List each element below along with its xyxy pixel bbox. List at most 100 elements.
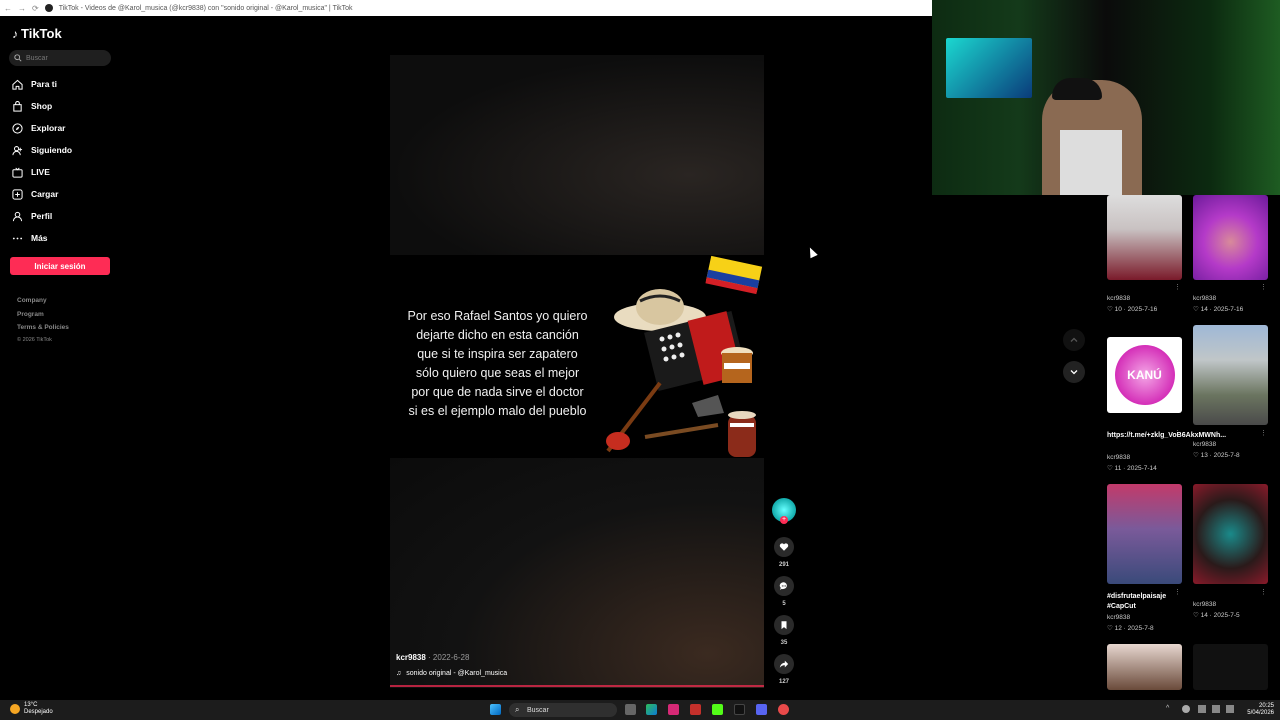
sidebar-item-cargar[interactable]: Cargar	[12, 187, 58, 201]
tiktok-logo[interactable]: ♪ TikTok	[12, 26, 62, 41]
streaming-app-icon[interactable]	[778, 704, 789, 715]
share-arrow-icon	[779, 660, 789, 668]
search-icon	[14, 54, 22, 62]
video-sound[interactable]: ♫ sonido original - @Karol_musica	[396, 670, 507, 677]
like-button[interactable]	[774, 537, 794, 557]
tray-app-icon[interactable]	[1198, 705, 1206, 713]
streamer-tank-top	[1060, 130, 1122, 195]
grid-thumbnail[interactable]	[1193, 195, 1268, 280]
upload-plus-icon	[12, 188, 23, 200]
volume-icon[interactable]	[1226, 705, 1234, 713]
sidebar-item-mas[interactable]: Más	[12, 231, 48, 245]
search-placeholder: Buscar	[26, 54, 48, 62]
like-count: 291	[778, 562, 789, 568]
grid-author[interactable]: kcr9838	[1193, 601, 1216, 608]
reload-icon[interactable]: ⟳	[32, 4, 39, 13]
grid-thumbnail[interactable]	[1193, 644, 1268, 690]
video-player[interactable]: Por eso Rafael Santos yo quiero dejarte …	[390, 55, 764, 688]
clock-date: 5/04/2026	[1247, 710, 1274, 716]
tray-chevron-up-icon[interactable]: ^	[1166, 705, 1174, 713]
video-progress-bar[interactable]	[390, 685, 764, 687]
more-options-icon[interactable]: ⋮	[1260, 588, 1267, 596]
sound-name: sonido original - @Karol_musica	[406, 670, 508, 677]
previous-video-button[interactable]	[1063, 329, 1085, 351]
youtube-icon[interactable]	[690, 704, 701, 715]
grid-author[interactable]: kcr9838	[1193, 441, 1216, 448]
video-author[interactable]: kcr9838	[396, 653, 426, 662]
video-blur-top	[390, 55, 764, 255]
vallenato-instruments-illustration	[606, 255, 763, 457]
more-options-icon[interactable]: ⋮	[1260, 283, 1267, 291]
author-avatar[interactable]: +	[772, 498, 796, 524]
grid-author[interactable]: kcr9838	[1107, 454, 1130, 461]
edge-browser-icon[interactable]	[646, 704, 657, 715]
next-video-button[interactable]	[1063, 361, 1085, 383]
bookmark-icon	[781, 621, 787, 630]
discord-icon[interactable]	[756, 704, 767, 715]
heart-icon	[779, 543, 789, 551]
footer-link-terms[interactable]: Terms & Policies	[17, 324, 69, 331]
task-view-icon[interactable]	[625, 704, 636, 715]
grid-thumbnail[interactable]	[1193, 325, 1268, 425]
windows-start-icon[interactable]	[490, 704, 501, 715]
tiktok-app-icon[interactable]	[734, 704, 745, 715]
grid-thumbnail[interactable]	[1107, 484, 1182, 584]
back-arrow-icon[interactable]: ←	[4, 4, 12, 13]
tray-cloud-icon[interactable]	[1182, 705, 1190, 713]
wifi-icon[interactable]	[1212, 705, 1220, 713]
music-note-icon: ♫	[396, 670, 402, 677]
profile-icon	[12, 211, 23, 221]
search-icon: ⌕	[515, 705, 520, 714]
mouse-cursor-icon	[806, 245, 818, 259]
windows-taskbar: 13°C Despejado ⌕ Buscar ^ 20:25 5/04/202…	[0, 700, 1280, 720]
more-dots-icon	[12, 237, 23, 239]
footer-link-program[interactable]: Program	[17, 311, 44, 318]
grid-stats: ♡ 14 · 2025-7-5	[1193, 612, 1240, 619]
search-input[interactable]: Buscar	[9, 50, 111, 66]
tiktok-note-icon: ♪	[12, 26, 18, 41]
grid-author[interactable]: kcr9838	[1107, 295, 1130, 302]
chevron-up-icon	[1070, 337, 1078, 342]
share-button[interactable]	[774, 654, 794, 674]
sidebar-item-label: Cargar	[31, 189, 59, 199]
sidebar: ♪ TikTok Buscar Para ti Shop Explorar Si…	[0, 16, 120, 700]
more-options-icon[interactable]: ⋮	[1174, 283, 1181, 291]
weather-widget[interactable]: 13°C Despejado	[10, 702, 53, 716]
save-count: 35	[780, 640, 788, 646]
comment-button[interactable]	[774, 576, 794, 596]
weather-temp: 13°C	[24, 702, 38, 708]
sidebar-item-perfil[interactable]: Perfil	[12, 209, 52, 223]
sidebar-item-siguiendo[interactable]: Siguiendo	[12, 143, 72, 157]
browser-title-bar: ← → ⟳ TikTok - Videos de @Karol_musica (…	[0, 0, 932, 16]
sidebar-item-label: Para ti	[31, 79, 57, 89]
kick-icon[interactable]	[712, 704, 723, 715]
sidebar-item-shop[interactable]: Shop	[12, 99, 52, 113]
follow-plus-icon[interactable]: +	[780, 516, 788, 524]
sidebar-item-live[interactable]: LIVE	[12, 165, 50, 179]
save-button[interactable]	[774, 615, 794, 635]
grid-thumbnail[interactable]	[1193, 484, 1268, 584]
sidebar-item-para-ti[interactable]: Para ti	[12, 77, 57, 91]
footer-link-company[interactable]: Company	[17, 297, 47, 304]
instagram-icon[interactable]	[668, 704, 679, 715]
sidebar-item-label: Perfil	[31, 211, 53, 221]
sidebar-item-label: Shop	[31, 101, 53, 111]
more-options-icon[interactable]: ⋮	[1260, 429, 1267, 437]
grid-author[interactable]: kcr9838	[1193, 295, 1216, 302]
grid-thumbnail[interactable]: KANÚ	[1107, 337, 1182, 413]
forward-arrow-icon[interactable]: →	[18, 4, 26, 13]
grid-title[interactable]: https://t.me/+zklg_VoB6AkxMWNh...	[1107, 431, 1226, 441]
grid-stats: ♡ 13 · 2025-7-8	[1193, 452, 1240, 459]
shop-bag-icon	[13, 100, 22, 112]
taskbar-clock[interactable]: 20:25 5/04/2026	[1240, 703, 1274, 717]
taskbar-search[interactable]: ⌕ Buscar	[509, 703, 617, 717]
login-button[interactable]: Iniciar sesión	[10, 257, 110, 275]
lyric-line: dejarte dicho en esta canción	[416, 328, 579, 342]
grid-title[interactable]: #disfrutaelpaisaje #CapCut	[1107, 592, 1182, 612]
sidebar-item-explorar[interactable]: Explorar	[12, 121, 66, 135]
grid-thumbnail[interactable]	[1107, 195, 1182, 280]
comment-icon	[779, 582, 787, 591]
video-frame: Por eso Rafael Santos yo quiero dejarte …	[390, 255, 764, 458]
grid-author[interactable]: kcr9838	[1107, 614, 1130, 621]
grid-thumbnail[interactable]	[1107, 644, 1182, 690]
